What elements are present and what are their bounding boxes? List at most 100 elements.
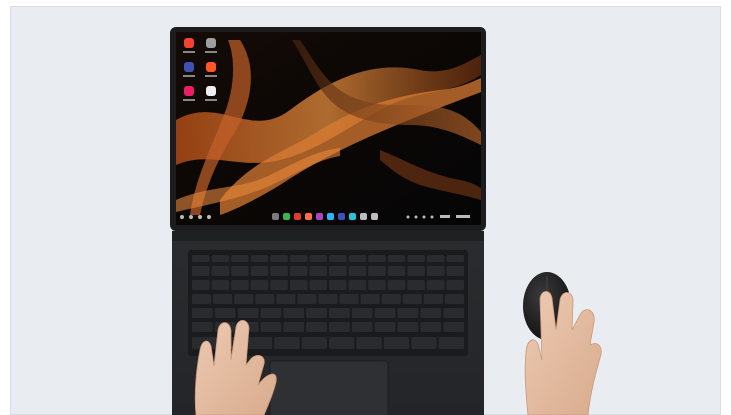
keyboard-key xyxy=(211,266,230,276)
keyboard-key xyxy=(356,337,382,349)
keyboard-key xyxy=(192,255,210,262)
keyboard-key xyxy=(426,266,445,276)
keyboard-key xyxy=(446,266,464,276)
keyboard-key xyxy=(360,294,380,304)
keyboard-key xyxy=(283,322,305,332)
keyboard-key xyxy=(329,266,347,276)
keyboard-key xyxy=(306,322,327,332)
keyboard-key xyxy=(192,266,210,276)
keyboard-key xyxy=(329,322,350,332)
keyboard-key xyxy=(387,266,406,276)
keyboard-key xyxy=(407,255,425,262)
keyboard-key xyxy=(383,337,410,349)
keyboard-key xyxy=(289,266,308,276)
keyboard-key xyxy=(348,255,367,262)
keyboard-key xyxy=(192,280,210,290)
dock-icon xyxy=(371,213,378,220)
app-icon xyxy=(184,86,194,96)
mouse-and-hand xyxy=(523,272,602,415)
keyboard-key xyxy=(368,280,386,290)
keyboard-key xyxy=(283,308,305,318)
dock-icon xyxy=(305,213,312,220)
keyboard-key xyxy=(211,255,230,262)
keyboard-key xyxy=(368,255,386,262)
keyboard-key xyxy=(255,294,275,304)
keyboard-key xyxy=(237,308,259,318)
keyboard-key xyxy=(426,255,445,262)
app-icon xyxy=(206,38,216,48)
app-icon xyxy=(206,86,216,96)
keyboard-key xyxy=(260,322,282,332)
keyboard-key xyxy=(423,294,443,304)
keyboard-key xyxy=(250,266,269,276)
keyboard-key xyxy=(351,322,373,332)
keyboard-key xyxy=(407,266,425,276)
keyboard-key xyxy=(420,322,442,332)
keyboard-key xyxy=(246,337,273,349)
keyboard-key xyxy=(301,337,327,349)
keyboard-key xyxy=(438,337,464,349)
keyboard-key xyxy=(402,294,422,304)
keyboard-key xyxy=(297,294,317,304)
touchpad xyxy=(269,360,389,415)
dock-icon xyxy=(360,213,367,220)
keyboard-key xyxy=(274,337,300,349)
keyboard-key xyxy=(213,294,233,304)
keyboard-key xyxy=(270,266,288,276)
keyboard-key xyxy=(192,322,213,332)
keyboard-key xyxy=(289,255,308,262)
keyboard-key xyxy=(444,294,464,304)
keyboard-key xyxy=(309,255,327,262)
keyboard-key xyxy=(289,280,308,290)
app-icon xyxy=(184,38,194,48)
keyboard-key xyxy=(339,294,359,304)
keyboard-key xyxy=(318,294,338,304)
dock-icon xyxy=(316,213,323,220)
keyboard-key xyxy=(306,308,327,318)
keyboard-key xyxy=(446,280,464,290)
tablet-keyboard-mouse-photo xyxy=(170,27,602,415)
keyboard-key xyxy=(443,308,464,318)
keyboard-key xyxy=(329,255,347,262)
app-icon xyxy=(184,62,194,72)
keyboard-key xyxy=(411,337,437,349)
keyboard-key xyxy=(309,266,327,276)
keyboard-key xyxy=(276,294,296,304)
keyboard-key xyxy=(397,322,419,332)
keyboard-key xyxy=(250,255,269,262)
keyboard-key xyxy=(214,308,236,318)
keyboard-key xyxy=(351,308,373,318)
keyboard-key xyxy=(426,280,445,290)
keyboard-key xyxy=(250,280,269,290)
keyboard-key xyxy=(374,308,396,318)
keyboard-key xyxy=(446,255,464,262)
dock-icon xyxy=(349,213,356,220)
dock-icon xyxy=(283,213,290,220)
keyboard-key xyxy=(348,266,367,276)
keyboard-key xyxy=(443,322,464,332)
keyboard-key xyxy=(329,308,350,318)
dock-icon xyxy=(272,213,279,220)
keyboard-key xyxy=(270,280,288,290)
keyboard-key xyxy=(231,266,249,276)
keyboard-key xyxy=(348,280,367,290)
keyboard-key xyxy=(397,308,419,318)
keyboard-key xyxy=(211,280,230,290)
keyboard-key xyxy=(387,280,406,290)
keyboard-key xyxy=(368,266,386,276)
keyboard-key xyxy=(329,337,355,349)
keyboard-key xyxy=(387,255,406,262)
app-icon xyxy=(206,62,216,72)
keyboard-key xyxy=(407,280,425,290)
keyboard-key xyxy=(270,255,288,262)
keyboard-key xyxy=(231,280,249,290)
keyboard-key xyxy=(231,255,249,262)
dock-icon xyxy=(327,213,334,220)
keyboard-key xyxy=(329,280,347,290)
keyboard-key xyxy=(381,294,401,304)
keyboard-key xyxy=(192,294,212,304)
keyboard-key xyxy=(234,294,254,304)
dock-icon xyxy=(294,213,301,220)
keyboard-key xyxy=(192,308,213,318)
keyboard-key xyxy=(309,280,327,290)
